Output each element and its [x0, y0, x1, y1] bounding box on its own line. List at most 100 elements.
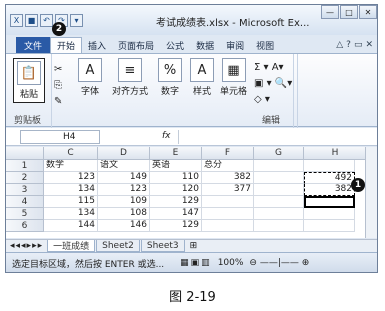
sheet-tab[interactable]: Sheet2 [96, 240, 140, 252]
grid-cell[interactable]: 123 [98, 184, 150, 196]
fill-icon[interactable]: ▣ ▾ 🔍▾ [254, 76, 292, 92]
restore-icon[interactable]: ▭ [354, 40, 363, 50]
grid-cell[interactable]: 120 [150, 184, 202, 196]
minimize-ribbon-icon[interactable]: △ [336, 40, 343, 50]
cut-icon[interactable]: ✂ [54, 62, 62, 78]
close-button[interactable]: ✕ [359, 5, 377, 19]
row-header[interactable]: 3 [6, 184, 44, 196]
grid-cell[interactable]: 108 [98, 208, 150, 220]
grid-cell[interactable]: 110 [150, 172, 202, 184]
fx-icon[interactable]: fx [162, 131, 171, 141]
save-icon[interactable]: ■ [25, 13, 38, 27]
grid-cell[interactable] [254, 196, 304, 208]
customize-icon[interactable]: ▾ [70, 13, 83, 27]
grid-cell[interactable]: 377 [202, 184, 254, 196]
format-painter-icon[interactable]: ✎ [54, 94, 62, 110]
paste-button[interactable]: 📋 粘贴 [13, 58, 45, 103]
cells-button[interactable]: ▦ 单元格 [220, 58, 247, 97]
align-icon: ≡ [118, 58, 142, 82]
tab-home[interactable]: 开始 [50, 37, 83, 53]
sheet-tab-active[interactable]: 一班成绩 [47, 240, 96, 252]
row-header[interactable]: 2 [6, 172, 44, 184]
row-header[interactable]: 4 [6, 196, 44, 208]
copy-icon[interactable]: ⎘ [54, 78, 62, 94]
grid-cell[interactable]: 英语 [150, 160, 202, 172]
grid-cell[interactable]: 144 [44, 220, 98, 232]
grid-cell[interactable]: 149 [98, 172, 150, 184]
row-header[interactable]: 6 [6, 220, 44, 232]
tab-review[interactable]: 审阅 [220, 37, 250, 53]
grid-cell[interactable] [254, 220, 304, 232]
grid-cell[interactable] [254, 184, 304, 196]
styles-button[interactable]: A 样式 [190, 58, 214, 97]
autosum-icon[interactable]: Σ ▾ A▾ [254, 60, 292, 76]
view-buttons-icon[interactable]: ▦▣▥ [180, 258, 212, 268]
grid-cell[interactable] [304, 208, 355, 220]
minimize-button[interactable]: — [321, 5, 339, 19]
sheet-nav-arrows-icon[interactable]: ◂◂◂▸▸▸ [10, 241, 43, 251]
column-header[interactable]: G [254, 147, 304, 160]
column-header[interactable]: D [98, 147, 150, 160]
editing-group: Σ ▾ A▾ ▣ ▾ 🔍▾ ◇ ▾ 编辑 [248, 54, 298, 128]
insert-sheet-icon[interactable]: ⊞ [190, 241, 198, 251]
grid-cell[interactable]: 382 [202, 172, 254, 184]
maximize-button[interactable]: □ [340, 5, 358, 19]
grid-cell[interactable] [202, 220, 254, 232]
ribbon-tabs: 文件 开始 插入 页面布局 公式 数据 审阅 视图 △ ? ▭ ✕ [6, 35, 377, 53]
tab-insert[interactable]: 插入 [82, 37, 112, 53]
row-header[interactable]: 5 [6, 208, 44, 220]
clipboard-group: 📋 粘贴 剪贴板 [6, 54, 52, 128]
styles-icon: A [190, 58, 214, 82]
grid-cell[interactable]: 146 [98, 220, 150, 232]
help-icon[interactable]: ? [346, 40, 351, 50]
font-button[interactable]: A 字体 [78, 58, 102, 97]
grid-cell[interactable]: 语文 [98, 160, 150, 172]
worksheet-grid[interactable]: C D E F G H 1 数学 语文 英语 总分 2 123 149 110 … [6, 147, 377, 238]
tab-file[interactable]: 文件 [16, 37, 50, 53]
grid-cell[interactable] [254, 172, 304, 184]
grid-cell[interactable] [304, 220, 355, 232]
grid-cell[interactable] [202, 196, 254, 208]
grid-cell[interactable]: 134 [44, 184, 98, 196]
sheet-tab[interactable]: Sheet3 [140, 240, 185, 252]
alignment-button[interactable]: ≡ 对齐方式 [112, 58, 148, 97]
tab-data[interactable]: 数据 [190, 37, 220, 53]
grid-cell[interactable]: 134 [44, 208, 98, 220]
vertical-scrollbar[interactable] [365, 147, 377, 238]
grid-cell[interactable] [254, 208, 304, 220]
grid-cell[interactable] [202, 208, 254, 220]
clear-icon[interactable]: ◇ ▾ [254, 92, 292, 108]
grid-cell[interactable] [304, 160, 355, 172]
close-workbook-icon[interactable]: ✕ [365, 40, 373, 50]
tab-formulas[interactable]: 公式 [160, 37, 190, 53]
column-header[interactable]: H [304, 147, 367, 160]
active-cell[interactable] [304, 196, 355, 208]
row-header[interactable]: 1 [6, 160, 44, 172]
zoom-level[interactable]: 100% [218, 258, 244, 268]
grid-cell[interactable] [254, 160, 304, 172]
figure-caption: 图 2-19 [169, 290, 216, 305]
undo-icon[interactable]: ↶ [40, 13, 53, 27]
tab-view[interactable]: 视图 [250, 37, 280, 53]
number-button[interactable]: % 数字 [158, 58, 182, 97]
paste-label: 粘贴 [19, 90, 38, 100]
select-all-corner[interactable] [6, 147, 44, 160]
name-box[interactable]: H4 [20, 130, 100, 144]
zoom-slider[interactable]: ⊖ ——|—— ⊕ [249, 258, 309, 268]
column-header[interactable]: F [202, 147, 254, 160]
column-header[interactable]: E [150, 147, 202, 160]
grid-cell[interactable]: 109 [98, 196, 150, 208]
grid-cell[interactable]: 数学 [44, 160, 98, 172]
tab-page-layout[interactable]: 页面布局 [112, 37, 160, 53]
formula-input[interactable] [178, 130, 375, 144]
grid-cell[interactable]: 总分 [202, 160, 254, 172]
column-header[interactable]: C [44, 147, 98, 160]
pasted-cell[interactable]: 492 [304, 172, 355, 184]
grid-cell[interactable]: 129 [150, 196, 202, 208]
grid-cell[interactable]: 147 [150, 208, 202, 220]
cells-label: 单元格 [220, 87, 248, 97]
grid-cell[interactable]: 129 [150, 220, 202, 232]
pasted-cell[interactable]: 382 [304, 184, 355, 196]
grid-cell[interactable]: 123 [44, 172, 98, 184]
grid-cell[interactable]: 115 [44, 196, 98, 208]
